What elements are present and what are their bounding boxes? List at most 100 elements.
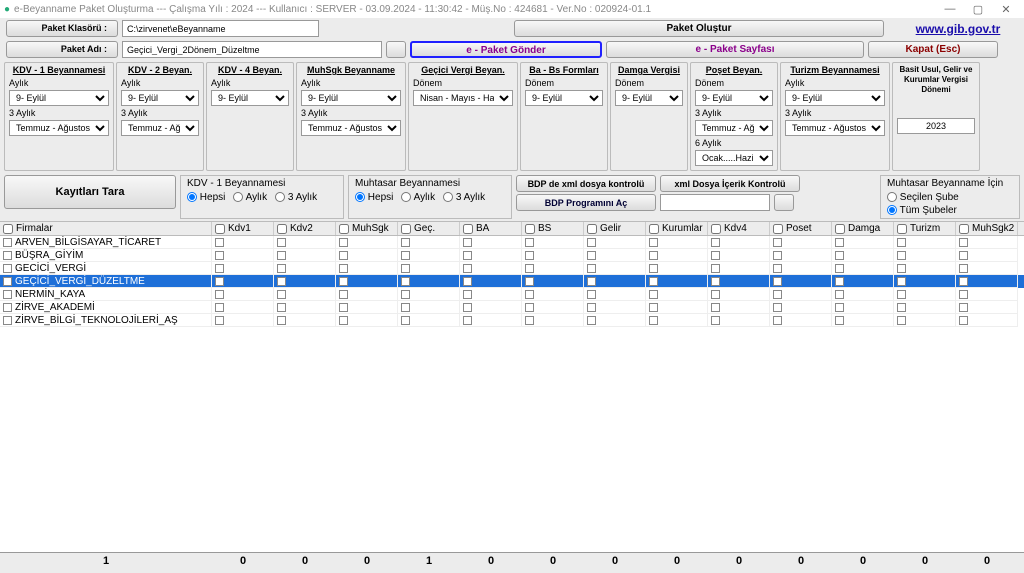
cell-checkbox[interactable] [835, 277, 844, 286]
kdv4-aylik-select[interactable]: 9- Eylül [211, 90, 289, 106]
table-row[interactable]: BÜŞRA_GİYİM [0, 249, 1024, 262]
cell-checkbox[interactable] [711, 290, 720, 299]
cell-checkbox[interactable] [401, 316, 410, 325]
gib-link[interactable]: www.gib.gov.tr [898, 22, 1018, 36]
cell-checkbox[interactable] [463, 264, 472, 273]
col-gelir-checkbox[interactable] [587, 224, 597, 234]
cell-checkbox[interactable] [215, 303, 224, 312]
kapat-button[interactable]: Kapat (Esc) [868, 41, 998, 58]
col-ba-checkbox[interactable] [463, 224, 473, 234]
cell-checkbox[interactable] [835, 251, 844, 260]
cell-checkbox[interactable] [897, 290, 906, 299]
cell-checkbox[interactable] [897, 264, 906, 273]
cell-checkbox[interactable] [339, 251, 348, 260]
cell-checkbox[interactable] [215, 251, 224, 260]
row-checkbox[interactable] [3, 251, 12, 260]
turizm-aylik-select[interactable]: 9- Eylül [785, 90, 885, 106]
cell-checkbox[interactable] [587, 316, 596, 325]
cell-checkbox[interactable] [897, 251, 906, 260]
cell-checkbox[interactable] [587, 290, 596, 299]
cell-checkbox[interactable] [897, 303, 906, 312]
cell-checkbox[interactable] [711, 264, 720, 273]
minimize-button[interactable]: — [936, 3, 964, 15]
cell-checkbox[interactable] [835, 238, 844, 247]
cell-checkbox[interactable] [525, 238, 534, 247]
cell-checkbox[interactable] [277, 251, 286, 260]
e-paket-gonder-button[interactable]: e - Paket Gönder [410, 41, 602, 58]
col-muhsgk2-checkbox[interactable] [959, 224, 969, 234]
cell-checkbox[interactable] [711, 277, 720, 286]
cell-checkbox[interactable] [277, 316, 286, 325]
cell-checkbox[interactable] [959, 264, 968, 273]
muh-3aylik-radio[interactable]: 3 Aylık [443, 192, 485, 203]
paket-olustur-button[interactable]: Paket Oluştur [514, 20, 884, 37]
cell-checkbox[interactable] [339, 290, 348, 299]
cell-checkbox[interactable] [897, 316, 906, 325]
col-bs-checkbox[interactable] [525, 224, 535, 234]
cell-checkbox[interactable] [773, 264, 782, 273]
col-turizm-checkbox[interactable] [897, 224, 907, 234]
cell-checkbox[interactable] [959, 303, 968, 312]
kdv2-3aylik-select[interactable]: Temmuz - Ağustc [121, 120, 199, 136]
tum-subeler-radio[interactable]: Tüm Şubeler [887, 205, 1013, 216]
cell-checkbox[interactable] [587, 251, 596, 260]
cell-checkbox[interactable] [277, 290, 286, 299]
cell-checkbox[interactable] [587, 277, 596, 286]
row-checkbox[interactable] [3, 290, 12, 299]
cell-checkbox[interactable] [215, 238, 224, 247]
cell-checkbox[interactable] [959, 290, 968, 299]
cell-checkbox[interactable] [277, 277, 286, 286]
damga-donem-select[interactable]: 9- Eylül [615, 90, 683, 106]
kdv1-3aylik-radio[interactable]: 3 Aylık [275, 192, 317, 203]
muhsgk-3aylik-select[interactable]: Temmuz - Ağustos - Eylül [301, 120, 401, 136]
row-checkbox[interactable] [3, 303, 12, 312]
cell-checkbox[interactable] [339, 316, 348, 325]
row-checkbox[interactable] [3, 238, 12, 247]
cell-checkbox[interactable] [897, 238, 906, 247]
row-checkbox[interactable] [3, 264, 12, 273]
cell-checkbox[interactable] [401, 264, 410, 273]
cell-checkbox[interactable] [587, 238, 596, 247]
poset-6aylik-select[interactable]: Ocak.....Haziran [695, 150, 773, 166]
cell-checkbox[interactable] [959, 238, 968, 247]
row-checkbox[interactable] [3, 316, 12, 325]
poset-donem-select[interactable]: 9- Eylül [695, 90, 773, 106]
muh-hepsi-radio[interactable]: Hepsi [355, 192, 393, 203]
col-kdv4-checkbox[interactable] [711, 224, 721, 234]
cell-checkbox[interactable] [339, 277, 348, 286]
cell-checkbox[interactable] [773, 238, 782, 247]
cell-checkbox[interactable] [401, 290, 410, 299]
cell-checkbox[interactable] [525, 264, 534, 273]
bdp-path-input[interactable] [660, 194, 770, 211]
cell-checkbox[interactable] [339, 264, 348, 273]
cell-checkbox[interactable] [401, 303, 410, 312]
maximize-button[interactable]: ▢ [964, 3, 992, 16]
select-all-firms-checkbox[interactable] [3, 224, 13, 234]
muh-aylik-radio[interactable]: Aylık [401, 192, 435, 203]
cell-checkbox[interactable] [215, 264, 224, 273]
cell-checkbox[interactable] [401, 251, 410, 260]
cell-checkbox[interactable] [401, 238, 410, 247]
cell-checkbox[interactable] [711, 316, 720, 325]
table-row[interactable]: ARVEN_BİLGİSAYAR_TİCARET [0, 236, 1024, 249]
cell-checkbox[interactable] [649, 264, 658, 273]
cell-checkbox[interactable] [773, 303, 782, 312]
muhsgk-aylik-select[interactable]: 9- Eylül [301, 90, 401, 106]
cell-checkbox[interactable] [649, 277, 658, 286]
cell-checkbox[interactable]: ✓ [401, 277, 410, 286]
kdv1-hepsi-radio[interactable]: Hepsi [187, 192, 225, 203]
cell-checkbox[interactable] [215, 290, 224, 299]
kdv1-aylik-radio[interactable]: Aylık [233, 192, 267, 203]
cell-checkbox[interactable] [711, 251, 720, 260]
cell-checkbox[interactable] [649, 303, 658, 312]
table-row[interactable]: GECİCİ_VERGİ [0, 262, 1024, 275]
cell-checkbox[interactable] [649, 238, 658, 247]
kdv1-3aylik-select[interactable]: Temmuz - Ağustos - Eylül [9, 120, 109, 136]
col-gec-checkbox[interactable] [401, 224, 411, 234]
cell-checkbox[interactable] [773, 251, 782, 260]
cell-checkbox[interactable] [277, 238, 286, 247]
cell-checkbox[interactable] [773, 316, 782, 325]
cell-checkbox[interactable] [525, 251, 534, 260]
cell-checkbox[interactable] [773, 277, 782, 286]
row-checkbox[interactable]: ✓ [3, 277, 12, 286]
